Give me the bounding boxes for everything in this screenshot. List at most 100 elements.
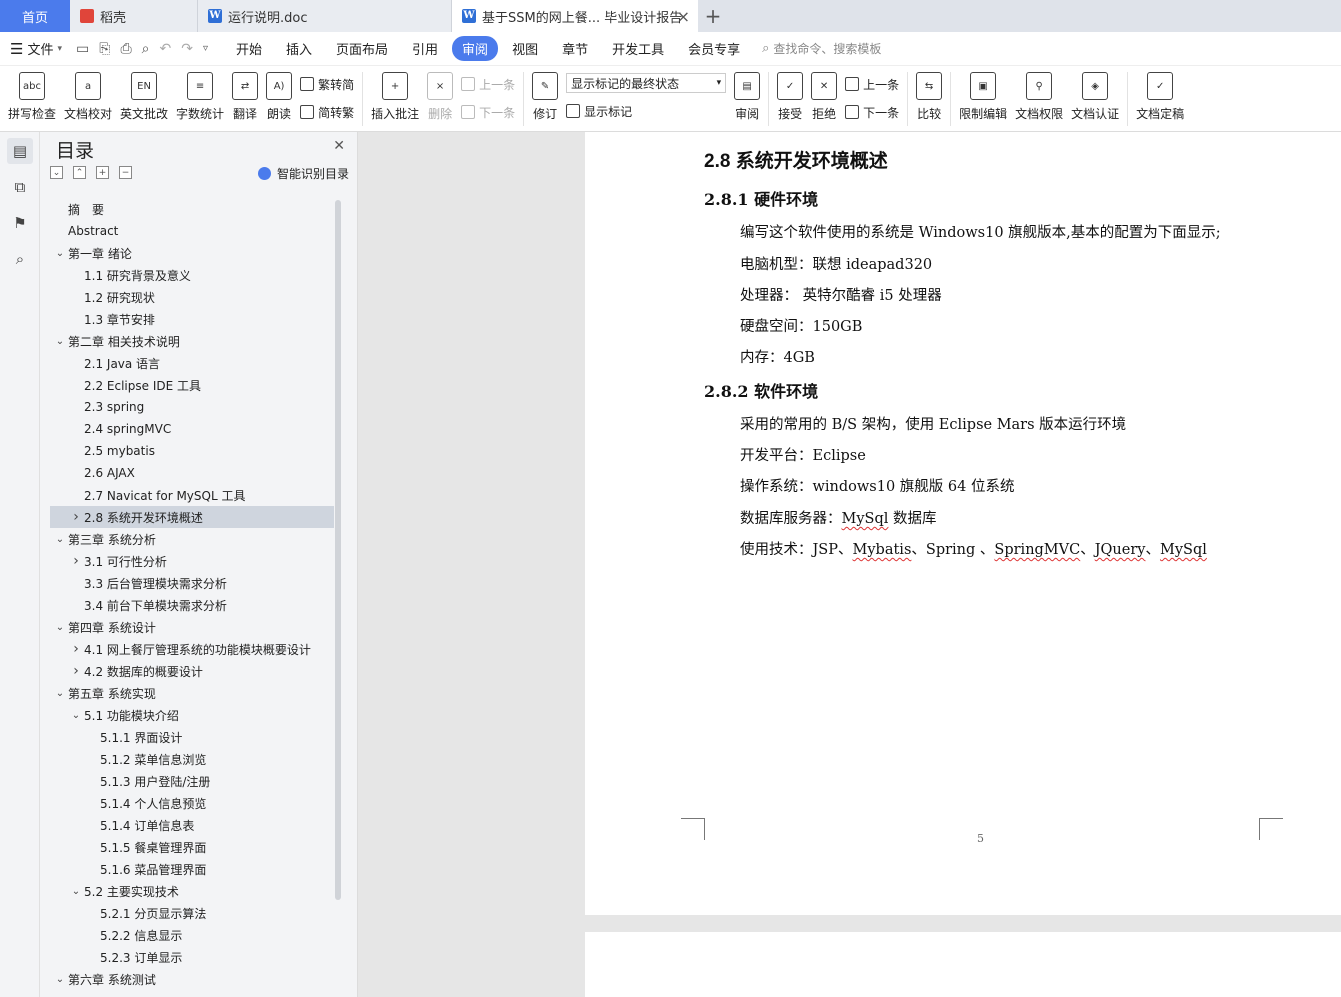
document-area[interactable]: 2.8 系统开发环境概述 2.8.1 硬件环境 编写这个软件使用的系统是 Win… xyxy=(359,132,1341,997)
chevron-down-icon[interactable]: ⌄ xyxy=(68,710,84,721)
toc-item[interactable]: 2.1 Java 语言 xyxy=(50,352,334,374)
toc-item[interactable]: 5.2.2 信息显示 xyxy=(50,924,334,946)
menu-view[interactable]: 视图 xyxy=(502,36,548,61)
toc-item[interactable]: 5.1.4 订单信息表 xyxy=(50,814,334,836)
reject-button[interactable]: ✕ 拒绝 xyxy=(807,70,841,122)
menu-references[interactable]: 引用 xyxy=(402,36,448,61)
toc-item[interactable]: 3.4 前台下单模块需求分析 xyxy=(50,594,334,616)
toc-item[interactable]: 5.2.1 分页显示算法 xyxy=(50,902,334,924)
toc-item[interactable]: 5.1.6 菜品管理界面 xyxy=(50,858,334,880)
file-menu[interactable]: ☰ 文件 ▾ xyxy=(10,39,62,59)
toc-item[interactable]: › 4.1 网上餐厅管理系统的功能模块概要设计 xyxy=(50,638,334,660)
export-icon[interactable]: ⎘ xyxy=(99,41,110,57)
toc-item[interactable]: 5.1.1 界面设计 xyxy=(50,726,334,748)
next-change-button[interactable]: 下一条 xyxy=(845,100,899,124)
markup-state-select[interactable]: 显示标记的最终状态 ▾ xyxy=(566,73,727,93)
doc-auth-button[interactable]: ◈ 文档认证 xyxy=(1067,70,1123,122)
menu-member[interactable]: 会员专享 xyxy=(678,36,750,61)
menu-devtools[interactable]: 开发工具 xyxy=(602,36,674,61)
collapse-all-icon[interactable]: ⌄ xyxy=(50,166,63,179)
read-aloud-button[interactable]: A) 朗读 xyxy=(262,70,296,122)
bookmark-icon[interactable]: ⚑ xyxy=(7,210,33,236)
new-tab-button[interactable]: + xyxy=(698,0,728,32)
menu-layout[interactable]: 页面布局 xyxy=(326,36,398,61)
toc-item[interactable]: ⌄ 第六章 系统测试 xyxy=(50,968,334,990)
document-page[interactable]: 2.8 系统开发环境概述 2.8.1 硬件环境 编写这个软件使用的系统是 Win… xyxy=(585,132,1341,915)
word-count-button[interactable]: ≡ 字数统计 xyxy=(172,70,228,122)
chevron-down-icon[interactable]: ⌄ xyxy=(52,622,68,633)
next-page[interactable] xyxy=(585,932,1341,997)
menu-start[interactable]: 开始 xyxy=(226,36,272,61)
toc-item[interactable]: ⌄ 5.2 主要实现技术 xyxy=(50,880,334,902)
chevron-down-icon[interactable]: ⌄ xyxy=(52,336,68,347)
toc-item[interactable]: 1.2 研究现状 xyxy=(50,286,334,308)
compare-button[interactable]: ⇆ 比较 xyxy=(912,70,946,122)
toc-item[interactable]: ⌄ 第四章 系统设计 xyxy=(50,616,334,638)
toc-item[interactable]: ⌄ 第五章 系统实现 xyxy=(50,682,334,704)
next-comment-button[interactable]: 下一条 xyxy=(461,100,515,124)
toc-item[interactable]: › 4.2 数据库的概要设计 xyxy=(50,660,334,682)
finalize-doc-button[interactable]: ✓ 文档定稿 xyxy=(1132,70,1188,122)
print-preview-icon[interactable]: ⌕ xyxy=(142,41,150,57)
add-level-icon[interactable]: + xyxy=(96,166,109,179)
toc-item[interactable]: ⌄ 第二章 相关技术说明 xyxy=(50,330,334,352)
chapter-nav-icon[interactable]: ⧉ xyxy=(7,174,33,200)
chevron-right-icon[interactable]: › xyxy=(68,663,84,679)
toc-scrollbar[interactable] xyxy=(335,200,341,900)
toc-item[interactable]: 5.1.4 个人信息预览 xyxy=(50,792,334,814)
undo-icon[interactable]: ↶ xyxy=(159,41,171,57)
toc-item[interactable]: 5.1.2 菜单信息浏览 xyxy=(50,748,334,770)
expand-up-icon[interactable]: ⌃ xyxy=(73,166,86,179)
smart-toc-button[interactable]: 智能识别目录 xyxy=(257,165,349,182)
chevron-right-icon[interactable]: › xyxy=(68,641,84,657)
chevron-right-icon[interactable]: › xyxy=(68,509,84,525)
insert-comment-button[interactable]: + 插入批注 xyxy=(367,70,423,122)
toc-item[interactable]: 2.3 spring xyxy=(50,396,334,418)
toc-item[interactable]: 5.1.5 餐桌管理界面 xyxy=(50,836,334,858)
toc-item[interactable]: 2.5 mybatis xyxy=(50,440,334,462)
save-icon[interactable]: ▭ xyxy=(76,41,89,57)
toc-panel-icon[interactable]: ▤ xyxy=(7,138,33,164)
chevron-down-icon[interactable]: ⌄ xyxy=(52,688,68,699)
search-icon[interactable]: ⌕ xyxy=(7,246,33,272)
toc-item[interactable]: 摘 要 xyxy=(50,198,334,220)
chevron-right-icon[interactable]: › xyxy=(68,553,84,569)
toc-item[interactable]: 2.7 Navicat for MySQL 工具 xyxy=(50,484,334,506)
spell-check-button[interactable]: abc 拼写检查 xyxy=(4,70,60,122)
menu-chapter[interactable]: 章节 xyxy=(552,36,598,61)
toc-item[interactable]: 5.1.3 用户登陆/注册 xyxy=(50,770,334,792)
prev-change-button[interactable]: 上一条 xyxy=(845,72,899,96)
customize-icon[interactable]: ▿ xyxy=(203,43,208,54)
trad-to-simp-button[interactable]: 繁转简 xyxy=(300,72,354,96)
command-search[interactable]: ⌕ 查找命令、搜索模板 xyxy=(762,40,881,57)
toc-item[interactable]: › 2.8 系统开发环境概述 xyxy=(50,506,334,528)
doc-proof-button[interactable]: a 文档校对 xyxy=(60,70,116,122)
tab-daoke[interactable]: 稻壳 xyxy=(70,0,198,32)
review-pane-button[interactable]: ▤ 审阅 xyxy=(730,70,764,122)
toc-item[interactable]: 5.2.3 订单显示 xyxy=(50,946,334,968)
close-icon[interactable]: × xyxy=(677,7,690,26)
chevron-down-icon[interactable]: ⌄ xyxy=(52,534,68,545)
chevron-down-icon[interactable]: ⌄ xyxy=(52,248,68,259)
english-review-button[interactable]: EN 英文批改 xyxy=(116,70,172,122)
toc-item[interactable]: 2.6 AJAX xyxy=(50,462,334,484)
toc-item[interactable]: 2.2 Eclipse IDE 工具 xyxy=(50,374,334,396)
restrict-editing-button[interactable]: ▣ 限制编辑 xyxy=(955,70,1011,122)
toc-item[interactable]: ⌄ 第三章 系统分析 xyxy=(50,528,334,550)
toc-item[interactable]: ⌄ 第一章 绪论 xyxy=(50,242,334,264)
remove-level-icon[interactable]: − xyxy=(119,166,132,179)
prev-comment-button[interactable]: 上一条 xyxy=(461,72,515,96)
redo-icon[interactable]: ↷ xyxy=(181,41,193,57)
delete-comment-button[interactable]: × 删除 xyxy=(423,70,457,122)
toc-item[interactable]: 2.4 springMVC xyxy=(50,418,334,440)
tab-home[interactable]: 首页 xyxy=(0,0,70,32)
show-markup-button[interactable]: 显示标记 xyxy=(566,99,726,123)
tab-report[interactable]: W 基于SSM的网上餐... 毕业设计报告 × xyxy=(452,0,698,32)
simp-to-trad-button[interactable]: 简转繁 xyxy=(300,100,354,124)
print-icon[interactable]: ⎙ xyxy=(120,41,131,57)
accept-button[interactable]: ✓ 接受 xyxy=(773,70,807,122)
menu-review[interactable]: 审阅 xyxy=(452,36,499,61)
tab-run-doc[interactable]: W 运行说明.doc xyxy=(198,0,452,32)
doc-rights-button[interactable]: ⚲ 文档权限 xyxy=(1011,70,1067,122)
toc-item[interactable]: Abstract xyxy=(50,220,334,242)
